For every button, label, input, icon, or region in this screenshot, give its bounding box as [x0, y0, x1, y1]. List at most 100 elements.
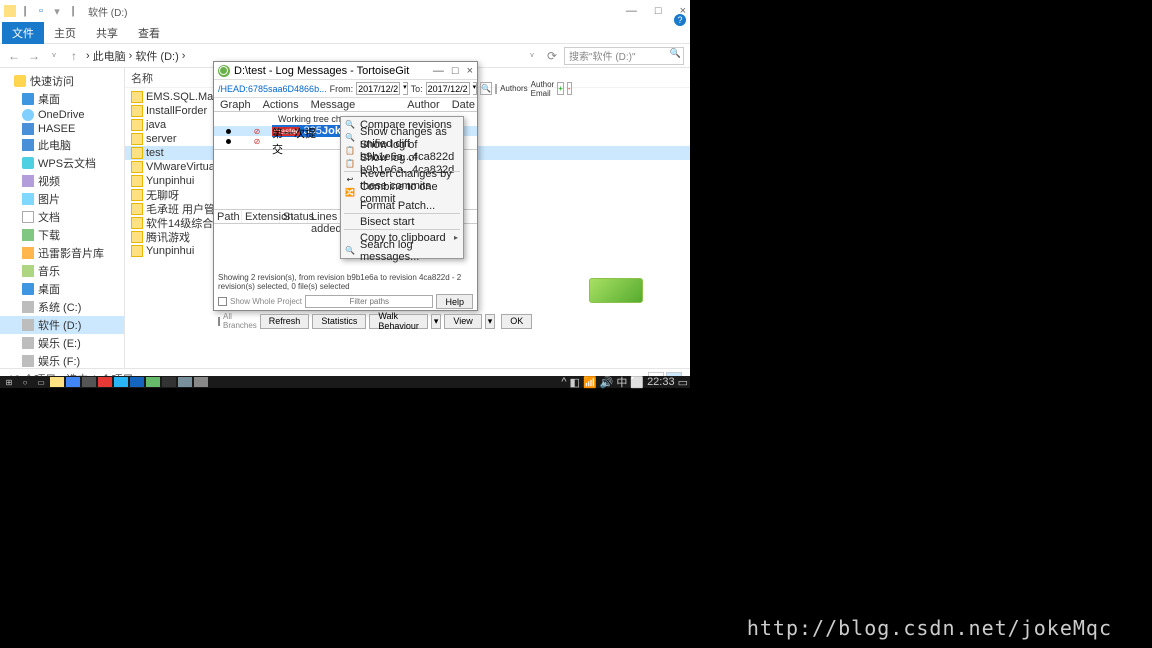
tray-network-icon[interactable]: 📶	[583, 376, 597, 389]
taskbar-app[interactable]	[66, 377, 80, 387]
col-graph[interactable]: Graph	[214, 98, 257, 111]
minimize-button[interactable]: —	[626, 5, 637, 17]
tray-clock[interactable]: 22:33	[647, 376, 675, 388]
cortana-icon[interactable]: ○	[18, 377, 32, 387]
all-branches-checkbox[interactable]	[218, 317, 220, 326]
tab-view[interactable]: 查看	[128, 22, 170, 44]
sidebar-item[interactable]: 桌面	[0, 280, 124, 298]
col-author[interactable]: Author	[401, 98, 445, 111]
col-actions[interactable]: Actions	[257, 98, 305, 111]
qat-new-icon[interactable]: ▫	[34, 4, 48, 18]
tray-icon[interactable]: ⬜	[630, 376, 644, 389]
sidebar-item[interactable]: 软件 (D:)	[0, 316, 124, 334]
help-button[interactable]: Help	[436, 294, 473, 309]
dialog-titlebar[interactable]: D:\test - Log Messages - TortoiseGit — □…	[214, 62, 477, 80]
tray-icon[interactable]: ◧	[570, 376, 580, 389]
tray-volume-icon[interactable]: 🔊	[600, 376, 614, 389]
search-input[interactable]: 搜索"软件 (D:)"	[564, 47, 684, 65]
authors-checkbox[interactable]	[495, 84, 497, 94]
back-button[interactable]: ←	[6, 48, 22, 64]
sidebar-item[interactable]: 图片	[0, 190, 124, 208]
head-link[interactable]: /HEAD:6785saa6D4866b...	[218, 84, 327, 94]
col-date[interactable]: Date	[446, 98, 481, 111]
watermark: http://blog.csdn.net/jokeMqc	[747, 616, 1112, 640]
start-button[interactable]: ⊞	[2, 377, 16, 387]
taskbar-app[interactable]	[50, 377, 64, 387]
breadcrumb[interactable]: 软件 (D:)	[135, 48, 178, 64]
sidebar-label: HASEE	[38, 123, 75, 135]
menu-icon: 📋	[344, 159, 356, 169]
ok-button[interactable]: OK	[501, 314, 532, 329]
tray-overflow-icon[interactable]: ^	[561, 376, 566, 388]
up-button[interactable]: ↑	[66, 48, 82, 64]
remove-icon[interactable]: -	[567, 82, 572, 95]
sidebar-item[interactable]: WPS云文档	[0, 154, 124, 172]
tab-home[interactable]: 主页	[44, 22, 86, 44]
taskbar-app[interactable]	[114, 377, 128, 387]
fcol-status[interactable]: Status	[280, 210, 308, 223]
sidebar-item[interactable]: 此电脑	[0, 136, 124, 154]
tab-share[interactable]: 共享	[86, 22, 128, 44]
address-bar[interactable]: › 此电脑 › 软件 (D:) ›	[86, 48, 185, 64]
sidebar-item[interactable]: 下载	[0, 226, 124, 244]
taskbar-app[interactable]	[82, 377, 96, 387]
taskbar-app[interactable]	[130, 377, 144, 387]
recent-dd-icon[interactable]: v	[46, 48, 62, 64]
menu-item[interactable]: Format Patch...	[342, 199, 462, 212]
dialog-minimize-button[interactable]: —	[433, 65, 444, 77]
addr-dd-icon[interactable]: v	[524, 48, 540, 64]
statistics-button[interactable]: Statistics	[312, 314, 366, 329]
qat-icon[interactable]	[4, 5, 16, 17]
taskbar-app[interactable]	[98, 377, 112, 387]
sidebar-item[interactable]: 迅雷影音片库	[0, 244, 124, 262]
refresh-button[interactable]: Refresh	[260, 314, 310, 329]
sidebar-item[interactable]: 音乐	[0, 262, 124, 280]
menu-item[interactable]: 🔍Search log messages...	[342, 244, 462, 257]
sidebar-item[interactable]: HASEE	[0, 122, 124, 136]
maximize-button[interactable]: □	[655, 5, 662, 17]
view-button[interactable]: View	[444, 314, 481, 329]
view-dd-icon[interactable]: ▾	[485, 314, 496, 329]
fcol-path[interactable]: Path	[214, 210, 242, 223]
sidebar-item[interactable]: 娱乐 (E:)	[0, 334, 124, 352]
fcol-ext[interactable]: Extension	[242, 210, 280, 223]
taskbar-app[interactable]	[162, 377, 176, 387]
sidebar-item[interactable]: 文档	[0, 208, 124, 226]
tray-notif-icon[interactable]: ▭	[678, 376, 688, 389]
col-message[interactable]: Message	[305, 98, 362, 111]
sidebar-label: OneDrive	[38, 109, 84, 121]
sidebar-item[interactable]: 娱乐 (F:)	[0, 352, 124, 368]
whole-project-checkbox[interactable]	[218, 297, 227, 306]
taskbar-app[interactable]	[178, 377, 192, 387]
filter-paths-input[interactable]	[305, 295, 433, 308]
breadcrumb[interactable]: 此电脑	[93, 48, 126, 64]
forward-button[interactable]: →	[26, 48, 42, 64]
tray-ime-icon[interactable]: 中	[616, 374, 627, 390]
from-dd-icon[interactable]: ▾	[403, 82, 408, 95]
dialog-close-button[interactable]: ×	[467, 65, 473, 77]
add-icon[interactable]: +	[557, 82, 564, 95]
file-tab[interactable]: 文件	[2, 22, 44, 44]
sidebar-item[interactable]: 快速访问	[0, 72, 124, 90]
sidebar-item[interactable]: 视频	[0, 172, 124, 190]
taskbar-app[interactable]	[146, 377, 160, 387]
menu-item[interactable]: 🔀Combine to one commit	[342, 186, 462, 199]
from-date-input[interactable]	[356, 82, 400, 95]
sidebar-item[interactable]: 桌面	[0, 90, 124, 108]
filter-icon[interactable]: 🔍	[480, 82, 492, 95]
desktop-widget[interactable]	[589, 278, 643, 303]
help-icon[interactable]: ?	[674, 14, 686, 26]
sidebar-item[interactable]: OneDrive	[0, 108, 124, 122]
sidebar-item[interactable]: 系统 (C:)	[0, 298, 124, 316]
to-dd-icon[interactable]: ▾	[473, 82, 478, 95]
qat-paste-icon[interactable]: ▾	[50, 4, 64, 18]
taskview-icon[interactable]: ▭	[34, 377, 48, 387]
walk-behaviour-button[interactable]: Walk Behaviour	[369, 314, 428, 329]
dialog-maximize-button[interactable]: □	[452, 65, 459, 77]
refresh-button[interactable]: ⟳	[544, 48, 560, 64]
email-label[interactable]: Author Email	[531, 80, 555, 98]
walk-dd-icon[interactable]: ▾	[431, 314, 442, 329]
taskbar-app[interactable]	[194, 377, 208, 387]
to-date-input[interactable]	[426, 82, 470, 95]
menu-item[interactable]: Bisect start	[342, 215, 462, 228]
